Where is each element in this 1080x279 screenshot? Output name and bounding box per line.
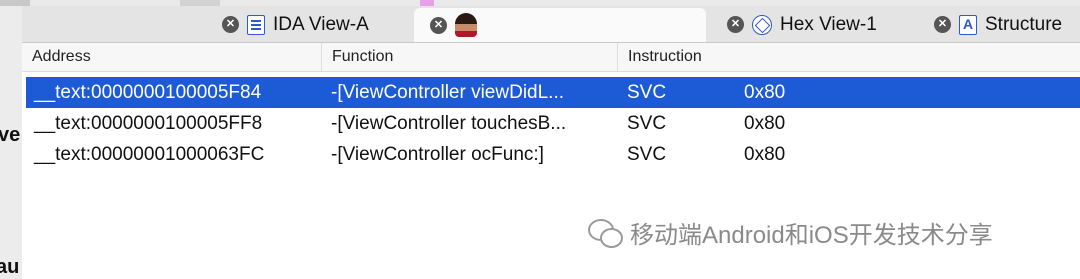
watermark-text: 移动端Android和iOS开发技术分享 [630, 221, 993, 249]
hex-view-icon [752, 14, 772, 35]
tab-label: Structure [985, 13, 1063, 35]
column-header-function[interactable]: Function [322, 43, 618, 71]
function-cell: -[ViewController ocFunc:] [331, 144, 544, 165]
instruction-cell: SVC [627, 82, 667, 103]
tab-bar: ✕ IDA View-A ✕ ✕ Hex View-1 ✕ Structure [22, 6, 1080, 43]
close-icon[interactable]: ✕ [430, 16, 447, 34]
address-cell: __text:0000000100005F84 [34, 82, 262, 103]
operand-cell: 0x80 [744, 144, 786, 165]
close-icon[interactable]: ✕ [222, 16, 239, 33]
ida-view-icon [247, 14, 265, 35]
table-row[interactable]: __text:0000000100005FF8 -[ViewController… [26, 108, 1080, 139]
column-header-address[interactable]: Address [22, 43, 322, 71]
table-row[interactable]: __text:0000000100005F84 -[ViewController… [26, 77, 1080, 108]
left-pane-text-fragment: au [0, 256, 20, 278]
left-pane-text-fragment: ve [0, 124, 21, 146]
tab-avatar[interactable]: ✕ [414, 8, 706, 42]
table-row[interactable]: __text:00000001000063FC -[ViewController… [26, 139, 1080, 170]
tab-ida-view[interactable]: ✕ IDA View-A [222, 9, 412, 40]
instruction-cell: SVC [627, 113, 667, 134]
tab-label: Hex View-1 [780, 13, 877, 35]
left-side-pane: ve au [0, 6, 23, 279]
column-header-instruction[interactable]: Instruction [618, 43, 1080, 71]
tab-label: IDA View-A [273, 13, 369, 35]
tab-hex-view[interactable]: ✕ Hex View-1 [727, 9, 912, 40]
tab-structures[interactable]: ✕ Structure [934, 9, 1080, 40]
wechat-icon [588, 217, 623, 248]
table-header: Address Function Instruction [22, 43, 1080, 72]
operand-cell: 0x80 [744, 82, 786, 103]
avatar-icon [455, 13, 477, 37]
address-cell: __text:0000000100005FF8 [34, 113, 263, 134]
function-cell: -[ViewController viewDidL... [331, 82, 565, 103]
close-icon[interactable]: ✕ [934, 16, 951, 33]
structures-icon [959, 14, 977, 35]
operand-cell: 0x80 [744, 113, 786, 134]
address-cell: __text:00000001000063FC [34, 144, 265, 165]
watermark: 移动端Android和iOS开发技术分享 [588, 214, 993, 250]
function-cell: -[ViewController touchesB... [331, 113, 567, 134]
instruction-cell: SVC [627, 144, 667, 165]
close-icon[interactable]: ✕ [727, 16, 744, 33]
